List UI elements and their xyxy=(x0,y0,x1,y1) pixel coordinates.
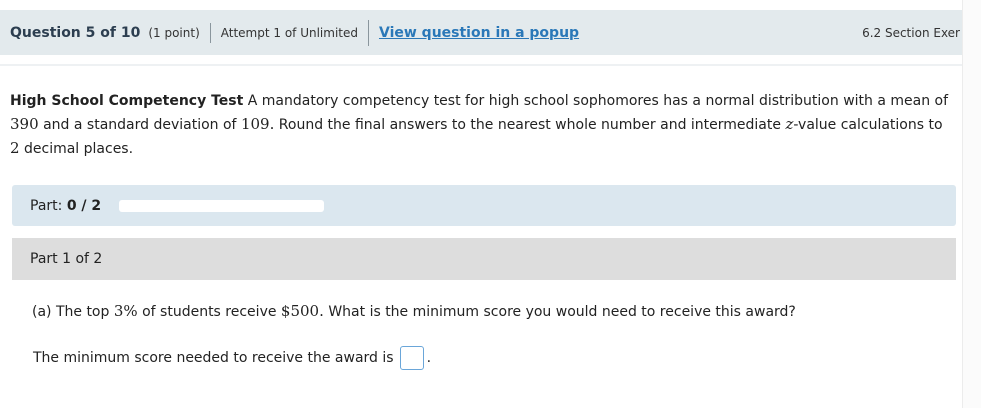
intro-text: decimal places. xyxy=(24,141,134,157)
answer-input[interactable] xyxy=(399,346,424,370)
question-text: What is the minimum score you would need… xyxy=(328,304,796,320)
intro-text: and a standard deviation of xyxy=(43,117,237,133)
progress-label-text: Part: xyxy=(30,197,63,214)
decimals-value: 2 xyxy=(10,139,20,157)
question-intro: High School Competency Test A mandatory … xyxy=(10,90,955,161)
attempt-info: Attempt 1 of Unlimited xyxy=(220,25,358,40)
header-separator xyxy=(0,64,962,66)
intro-text: -value calculations to xyxy=(793,117,943,133)
intro-text: Round the final answers to the nearest w… xyxy=(278,117,781,133)
intro-text: A mandatory competency test for high sch… xyxy=(247,93,949,109)
answer-prompt: The minimum score needed to receive the … xyxy=(33,350,394,366)
header-divider xyxy=(367,19,369,46)
right-panel-edge xyxy=(962,0,981,408)
question-points: (1 point) xyxy=(148,25,200,40)
percent-value: 3% xyxy=(113,302,138,320)
view-popup-link[interactable]: View question in a popup xyxy=(379,25,579,41)
progress-value: 0 / 2 xyxy=(66,197,102,214)
part-body: (a) The top 3% of students receive $500.… xyxy=(12,280,956,408)
question-header: Question 5 of 10 (1 point) Attempt 1 of … xyxy=(0,10,962,55)
part-header-label: Part 1 of 2 xyxy=(30,251,103,267)
section-label: 6.2 Section Exer xyxy=(862,25,960,40)
question-text: (a) The top xyxy=(32,304,110,320)
answer-line: The minimum score needed to receive the … xyxy=(33,346,431,370)
answer-period: . xyxy=(426,350,432,366)
amount-value: $500. xyxy=(280,302,324,320)
part-progress-label: Part: 0 / 2 xyxy=(30,198,101,214)
part-header: Part 1 of 2 xyxy=(12,238,956,280)
part-question: (a) The top 3% of students receive $500.… xyxy=(32,302,796,320)
question-text: of students receive xyxy=(142,304,277,320)
sd-value: 109. xyxy=(240,115,275,133)
part-progress-bar: Part: 0 / 2 xyxy=(12,185,956,226)
intro-title: High School Competency Test xyxy=(10,93,244,109)
progress-track xyxy=(119,199,325,212)
mean-value: 390 xyxy=(10,115,39,133)
header-divider xyxy=(209,22,211,43)
question-title: Question 5 of 10 xyxy=(10,24,141,41)
